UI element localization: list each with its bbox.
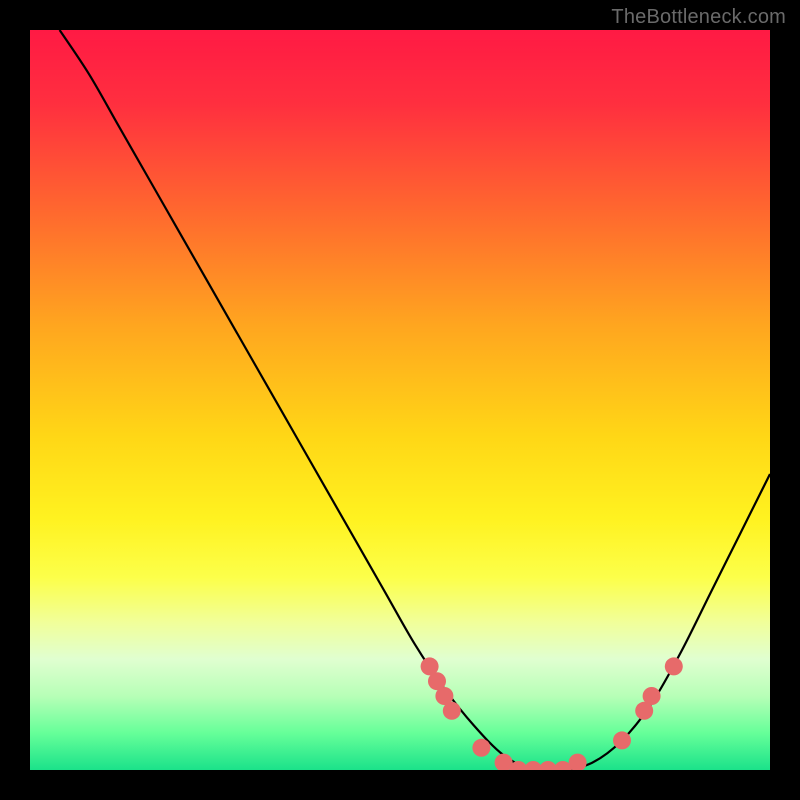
marker-group [421, 657, 683, 770]
chart-container: TheBottleneck.com [0, 0, 800, 800]
marker-dot [569, 754, 587, 770]
marker-dot [665, 657, 683, 675]
marker-dot [443, 702, 461, 720]
plot-area [30, 30, 770, 770]
bottleneck-curve [60, 30, 770, 770]
watermark-text: TheBottleneck.com [611, 6, 786, 29]
marker-dot [613, 731, 631, 749]
curve-layer [30, 30, 770, 770]
marker-dot [472, 739, 490, 757]
marker-dot [643, 687, 661, 705]
